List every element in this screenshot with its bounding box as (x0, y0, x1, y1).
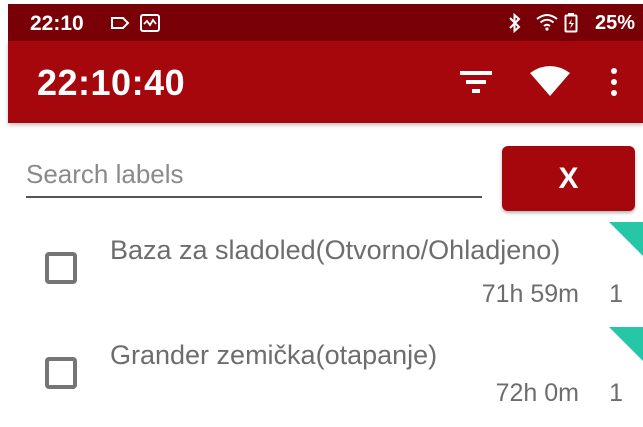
status-time: 22:10 (30, 12, 84, 35)
wifi-icon (536, 13, 558, 36)
list-item[interactable]: Grander zemička(otapanje) 72h 0m 1 (0, 327, 643, 427)
item-count: 1 (609, 280, 623, 308)
status-corner-tag (609, 222, 643, 256)
clock-title: 22:10:40 (37, 62, 186, 103)
item-count: 1 (609, 379, 623, 407)
wifi-signal-icon[interactable] (528, 65, 572, 99)
bluetooth-icon (508, 12, 522, 38)
more-vert-icon[interactable] (606, 66, 622, 100)
status-corner-tag (609, 327, 643, 361)
status-bar: 22:10 25% (8, 4, 643, 41)
battery-percentage: 25% (594, 12, 635, 34)
item-duration: 72h 0m (495, 379, 579, 407)
item-label: Baza za sladoled(Otvorno/Ohladjeno) (110, 235, 561, 265)
item-checkbox[interactable] (45, 357, 77, 389)
notification-image-icon (139, 13, 161, 38)
item-checkbox[interactable] (45, 252, 77, 284)
item-duration: 71h 59m (481, 280, 579, 308)
battery-icon (564, 13, 578, 38)
clear-search-button[interactable]: X (502, 146, 635, 211)
filter-icon[interactable] (456, 66, 496, 98)
search-input[interactable] (26, 152, 482, 198)
item-label: Grander zemička(otapanje) (110, 340, 438, 370)
list-item[interactable]: Baza za sladoled(Otvorno/Ohladjeno) 71h … (0, 222, 643, 322)
app-bar: 22:10:40 (8, 41, 643, 123)
notification-tag-icon (110, 16, 130, 35)
